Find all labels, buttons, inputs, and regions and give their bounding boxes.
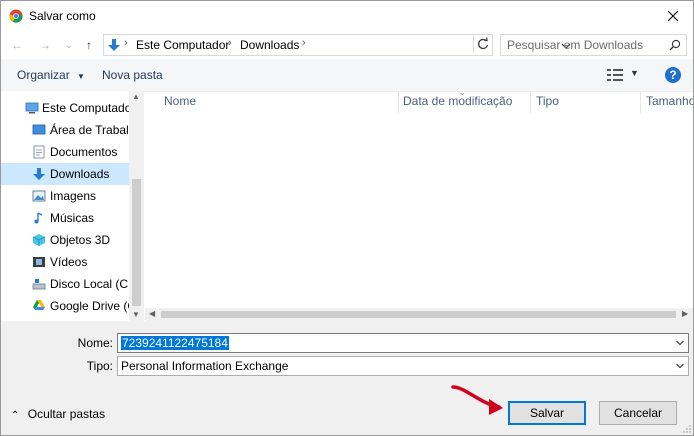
breadcrumb-downloads[interactable]: Downloads xyxy=(240,38,299,52)
sidebar-item-desktop[interactable]: Área de Trabalho xyxy=(1,119,142,141)
sidebar-item-label: Documentos xyxy=(50,145,118,159)
downloads-folder-icon xyxy=(108,39,120,51)
organize-label: Organizar xyxy=(17,68,70,82)
scroll-down-icon[interactable]: ▼ xyxy=(132,310,140,319)
chevron-down-icon[interactable] xyxy=(675,338,685,348)
forward-icon[interactable]: → xyxy=(37,37,53,53)
annotation-arrow-icon xyxy=(451,385,503,415)
local-disk-icon xyxy=(32,279,46,290)
sidebar-item-documents[interactable]: Documentos xyxy=(1,141,129,163)
sidebar-item-label: Vídeos xyxy=(50,255,88,269)
file-list: ⌄ Nome Data de modificação Tipo Tamanho … xyxy=(145,88,693,321)
downloads-icon xyxy=(33,168,45,180)
pictures-icon xyxy=(32,190,46,202)
sidebar-item-music[interactable]: Músicas xyxy=(1,207,129,229)
file-type-value: Personal Information Exchange xyxy=(121,359,289,373)
up-icon[interactable]: ↑ xyxy=(81,37,97,53)
scrollbar-thumb[interactable] xyxy=(161,311,676,318)
recent-locations-icon[interactable]: ⌄ xyxy=(61,37,77,53)
scroll-up-icon[interactable]: ▲ xyxy=(132,92,140,101)
desktop-icon xyxy=(32,124,46,135)
hide-folders-label: Ocultar pastas xyxy=(27,407,106,421)
command-bar: Organizar ▼ Nova pasta ▼ ? xyxy=(1,59,693,92)
file-type-select[interactable]: Personal Information Exchange xyxy=(117,356,689,376)
file-type-label: Tipo: xyxy=(86,359,113,373)
sidebar-item-google-drive[interactable]: Google Drive (G: xyxy=(1,295,140,317)
chrome-icon xyxy=(9,9,23,23)
sidebar-item-label: Objetos 3D xyxy=(50,233,111,247)
refresh-button[interactable] xyxy=(473,35,492,53)
column-header-name[interactable]: Nome xyxy=(164,94,196,108)
breadcrumb-separator-icon: › xyxy=(124,37,128,49)
search-icon xyxy=(669,39,681,51)
videos-icon xyxy=(33,257,45,267)
column-header-date[interactable]: Data de modificação xyxy=(403,94,512,108)
sidebar-item-videos[interactable]: Vídeos xyxy=(1,251,129,273)
navigation-scrollbar[interactable]: ▲ ▼ xyxy=(129,91,144,321)
documents-icon xyxy=(33,145,45,159)
address-row: ← → ⌄ ↑ › Este Computador › Downloads › xyxy=(1,31,693,59)
sidebar-item-pictures[interactable]: Imagens xyxy=(1,185,129,207)
sidebar-item-label: Downloads xyxy=(50,167,110,181)
sidebar-item-label: Músicas xyxy=(50,211,95,225)
chevron-up-icon: ⌃ xyxy=(11,410,20,421)
hide-folders-button[interactable]: ⌃ Ocultar pastas xyxy=(11,407,105,421)
sidebar-item-label: Google Drive (G: xyxy=(50,299,141,313)
save-options-panel: Nome: 7239241122475184 Tipo: Personal In… xyxy=(1,321,693,435)
file-name-label: Nome: xyxy=(77,336,113,350)
organize-button[interactable]: Organizar ▼ xyxy=(17,68,85,82)
sidebar-item-downloads[interactable]: Downloads xyxy=(1,163,129,185)
window-title: Salvar como xyxy=(29,9,96,23)
chevron-down-icon[interactable] xyxy=(675,361,685,371)
file-name-value: 7239241122475184 xyxy=(121,336,229,350)
refresh-icon xyxy=(478,37,489,49)
breadcrumb-separator-icon: › xyxy=(228,37,232,49)
close-icon xyxy=(668,11,678,21)
column-header-type[interactable]: Tipo xyxy=(536,94,559,108)
search-box[interactable]: Pesquisar em Downloads xyxy=(500,34,687,56)
cancel-button[interactable]: Cancelar xyxy=(599,401,677,425)
sidebar-item-3d-objects[interactable]: Objetos 3D xyxy=(1,229,129,251)
close-button[interactable] xyxy=(653,1,693,31)
scroll-right-icon[interactable]: ▶ xyxy=(682,309,688,318)
breadcrumb-separator-icon: › xyxy=(302,37,306,49)
scroll-left-icon[interactable]: ◀ xyxy=(149,309,155,318)
3d-objects-icon xyxy=(32,234,46,246)
column-divider[interactable] xyxy=(640,91,641,113)
dropdown-arrow-icon: ▼ xyxy=(77,72,85,81)
column-divider[interactable] xyxy=(398,91,399,113)
back-icon[interactable]: ← xyxy=(9,37,25,53)
google-drive-icon xyxy=(33,300,45,310)
computer-icon xyxy=(25,102,39,114)
column-divider[interactable] xyxy=(530,91,531,113)
breadcrumb-this-pc[interactable]: Este Computador xyxy=(136,38,229,52)
new-folder-button[interactable]: Nova pasta xyxy=(102,68,163,82)
save-button[interactable]: Salvar xyxy=(508,401,586,425)
music-icon xyxy=(34,212,43,224)
sidebar-item-label: Disco Local (C:) xyxy=(50,277,136,291)
sidebar-item-label: Imagens xyxy=(50,189,97,203)
view-options-icon[interactable] xyxy=(607,68,623,82)
file-name-field[interactable]: 7239241122475184 xyxy=(117,333,689,353)
address-bar[interactable]: › Este Computador › Downloads › xyxy=(103,34,571,56)
view-dropdown-icon[interactable]: ▼ xyxy=(630,68,639,78)
column-header-size[interactable]: Tamanho xyxy=(646,94,693,108)
horizontal-scrollbar[interactable]: ◀ ▶ xyxy=(145,308,693,321)
save-as-dialog: Salvar como ← → ⌄ ↑ › Este Computador › … xyxy=(0,0,694,436)
help-icon[interactable]: ? xyxy=(665,67,681,83)
search-placeholder: Pesquisar em Downloads xyxy=(507,38,644,52)
sidebar-item-label: Este Computador xyxy=(42,101,136,115)
sidebar-item-this-pc[interactable]: Este Computador xyxy=(1,97,135,119)
title-bar: Salvar como xyxy=(1,1,693,31)
navigation-pane: Este Computador Área de Trabalho Documen… xyxy=(1,91,144,321)
resize-grip-icon[interactable] xyxy=(683,425,691,433)
sidebar-item-local-disk[interactable]: Disco Local (C:) xyxy=(1,273,135,295)
scrollbar-thumb[interactable] xyxy=(132,179,141,306)
